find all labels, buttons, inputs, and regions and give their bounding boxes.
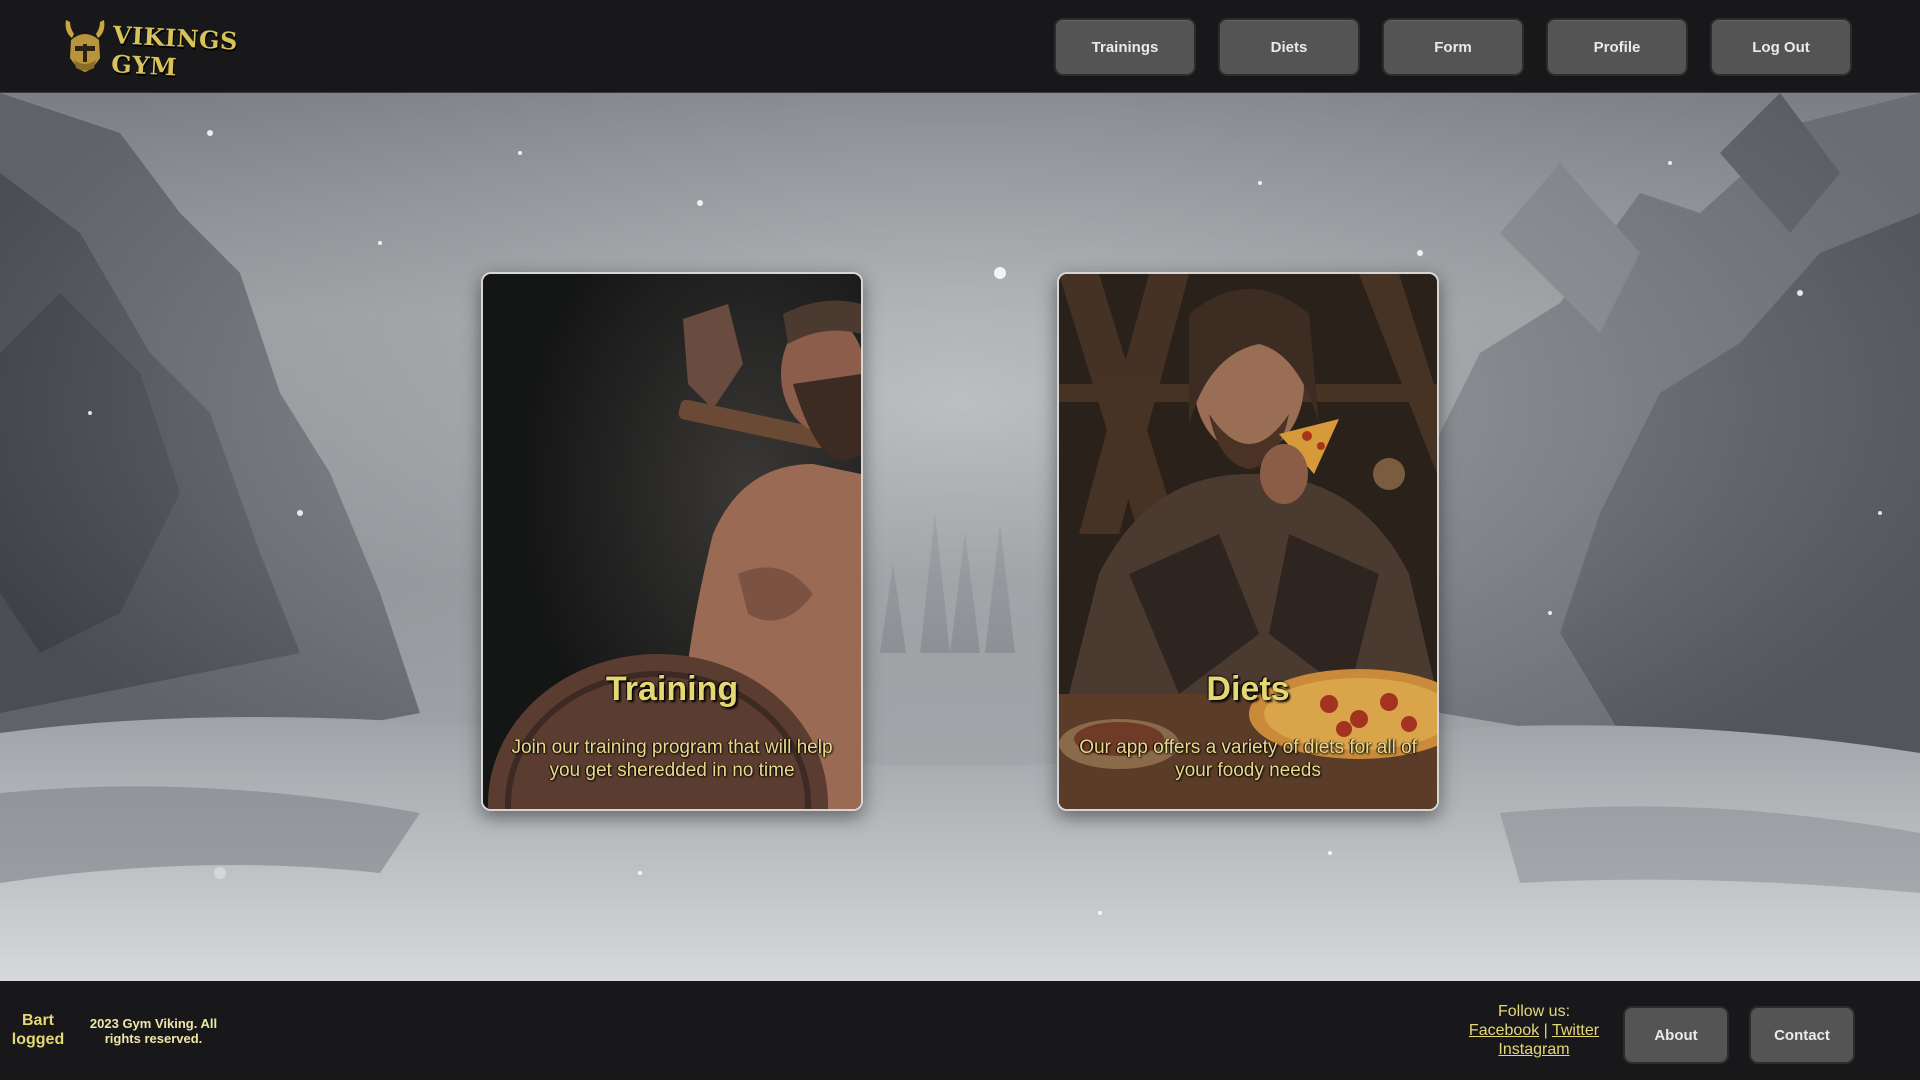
- social-links: Follow us: Facebook | Twitter Instagram: [1452, 1002, 1616, 1059]
- viking-with-axe-image: [483, 274, 861, 809]
- logged-user-status: Bart logged: [11, 1012, 65, 1048]
- logo-text: VIKINGS GYM: [110, 20, 239, 82]
- card-description: Our app offers a variety of diets for al…: [1079, 737, 1417, 781]
- contact-button[interactable]: Contact: [1749, 1006, 1855, 1064]
- footer: Bart logged 2023 Gym Viking. All rights …: [0, 981, 1920, 1080]
- diets-card[interactable]: Diets Our app offers a variety of diets …: [1057, 272, 1439, 811]
- about-button[interactable]: About: [1623, 1006, 1729, 1064]
- card-title: Diets: [1206, 670, 1290, 708]
- follow-label: Follow us:: [1497, 1003, 1571, 1020]
- card-description: Join our training program that will help…: [511, 737, 833, 781]
- viking-helmet-icon: [65, 20, 105, 72]
- nav-form-button[interactable]: Form: [1382, 18, 1524, 76]
- card-title: Training: [605, 670, 739, 708]
- copyright-text: 2023 Gym Viking. All rights reserved.: [89, 1016, 218, 1046]
- viking-eating-pizza-image: [1059, 274, 1437, 809]
- instagram-link[interactable]: Instagram: [1498, 1041, 1569, 1058]
- nav-diets-button[interactable]: Diets: [1218, 18, 1360, 76]
- site-logo[interactable]: VIKINGS GYM: [62, 16, 262, 81]
- nav-profile-button[interactable]: Profile: [1546, 18, 1688, 76]
- facebook-link[interactable]: Facebook: [1469, 1022, 1539, 1039]
- twitter-link[interactable]: Twitter: [1552, 1022, 1599, 1039]
- training-card[interactable]: Training Join our training program that …: [481, 272, 863, 811]
- top-navbar: VIKINGS GYM Trainings Diets Form Profile…: [0, 0, 1920, 93]
- nav-logout-button[interactable]: Log Out: [1710, 18, 1852, 76]
- link-separator: |: [1543, 1022, 1548, 1039]
- nav-trainings-button[interactable]: Trainings: [1054, 18, 1196, 76]
- snowy-mountain-background: [0, 93, 1920, 981]
